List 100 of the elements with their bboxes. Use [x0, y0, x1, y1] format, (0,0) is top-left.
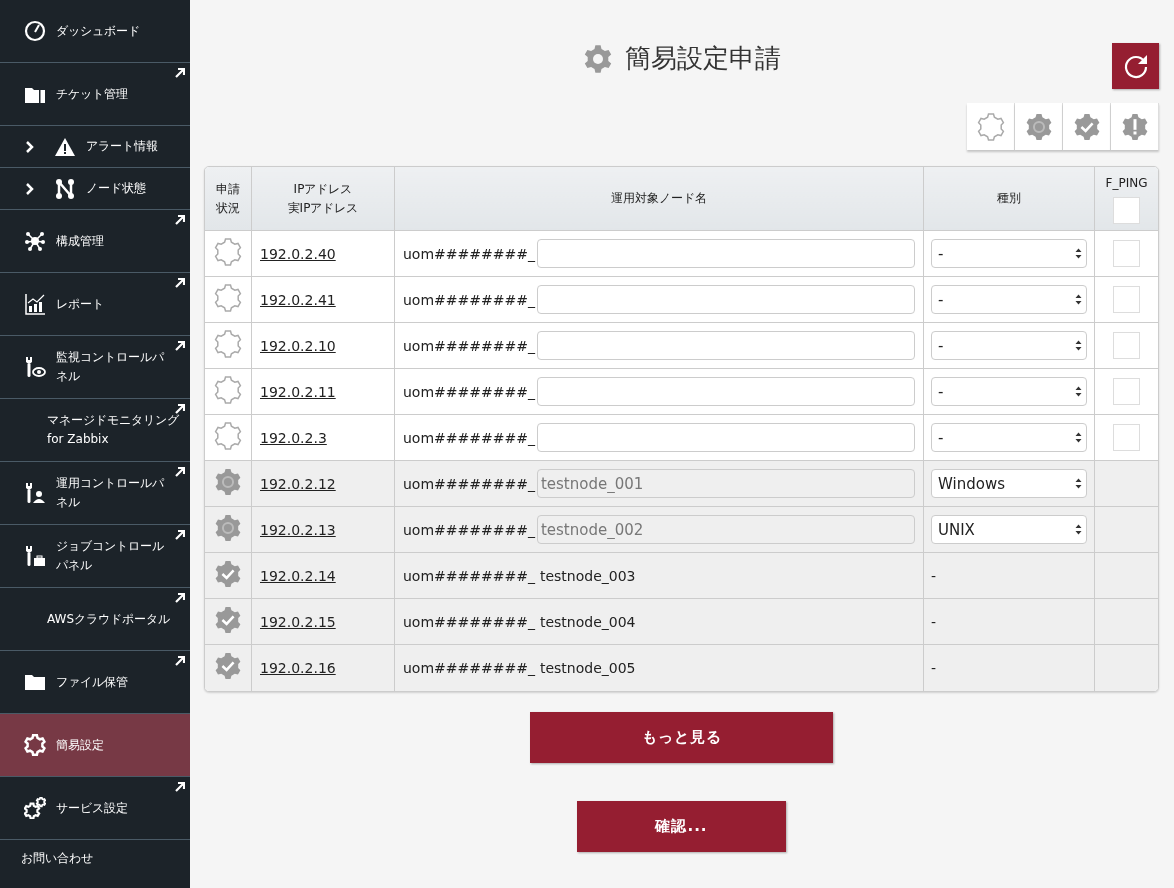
node-name-field[interactable] — [536, 285, 915, 314]
type-select[interactable]: - — [931, 285, 1087, 314]
network-icon — [24, 230, 46, 252]
wrench-eye-icon — [24, 356, 46, 378]
node-prefix: uom########_ — [403, 383, 535, 400]
column-header: 実IPアドレス — [286, 199, 360, 217]
chart-icon — [24, 293, 46, 315]
column-header: 申請状況 — [215, 180, 241, 217]
more-button[interactable]: もっと見る — [530, 711, 833, 763]
filter-button[interactable] — [967, 103, 1015, 150]
column-header: 種別 — [997, 191, 1021, 205]
updown-icon — [1075, 386, 1082, 397]
gear-check-icon — [1072, 112, 1101, 141]
node-prefix: uom########_ — [403, 659, 535, 676]
checkbox[interactable] — [1113, 424, 1140, 451]
sidebar-item[interactable]: アラート情報 — [0, 126, 190, 168]
type-select[interactable]: - — [931, 423, 1087, 452]
node-name-field[interactable] — [536, 423, 915, 452]
sidebar-item[interactable]: 監視コントロールパネル — [0, 336, 190, 399]
page-title: 簡易設定申請 — [624, 42, 781, 75]
node-prefix: uom########_ — [403, 429, 535, 446]
node-prefix: uom########_ — [403, 337, 535, 354]
refresh-button[interactable] — [1112, 43, 1159, 89]
external-link-icon — [175, 341, 185, 351]
ip-link[interactable]: 192.0.2.41 — [260, 291, 336, 308]
checkbox[interactable] — [1113, 332, 1140, 359]
sidebar-item[interactable]: チケット管理 — [0, 63, 190, 126]
gear-sync-icon — [1024, 112, 1053, 141]
settings-icon — [582, 43, 613, 74]
sidebar-item[interactable]: ダッシュボード — [0, 0, 190, 63]
type-select[interactable]: - — [931, 377, 1087, 406]
node-type: - — [931, 613, 937, 630]
sidebar-item[interactable]: AWSクラウドポータル — [0, 588, 190, 651]
gear-alert-icon — [1120, 112, 1149, 141]
external-link-icon — [175, 782, 185, 792]
column-header: IPアドレス — [292, 180, 354, 198]
wrench-case-icon — [24, 545, 46, 567]
node-name-field[interactable] — [536, 377, 915, 406]
checkbox[interactable] — [1113, 378, 1140, 405]
ip-link[interactable]: 192.0.2.13 — [260, 521, 336, 538]
sidebar-item[interactable]: マネージドモニタリング for Zabbix — [0, 399, 190, 462]
node-prefix: uom########_ — [403, 245, 535, 262]
external-link-icon — [175, 467, 185, 477]
ip-link[interactable]: 192.0.2.15 — [260, 613, 336, 630]
external-link-icon — [175, 278, 185, 288]
ip-link[interactable]: 192.0.2.14 — [260, 567, 336, 584]
sidebar-item[interactable]: 簡易設定 — [0, 714, 190, 777]
node-name-field[interactable] — [536, 331, 915, 360]
settings-icon — [24, 734, 46, 756]
external-link-icon — [175, 530, 185, 540]
ip-link[interactable]: 192.0.2.3 — [260, 429, 327, 446]
node-name: testnode_003 — [539, 567, 636, 584]
sidebar-item[interactable]: ノード状態 — [0, 168, 190, 210]
node-name-field[interactable] — [536, 239, 915, 268]
gears-icon — [24, 797, 46, 819]
gear-outline-icon — [976, 112, 1005, 141]
type-select[interactable]: - — [931, 239, 1087, 268]
updown-icon — [1075, 340, 1082, 351]
external-link-icon — [175, 593, 185, 603]
node-prefix: uom########_ — [403, 291, 535, 308]
column-header: 運用対象ノード名 — [611, 191, 707, 205]
type-select[interactable]: UNIX — [931, 515, 1087, 544]
node-prefix: uom########_ — [403, 613, 535, 630]
updown-icon — [1075, 478, 1082, 489]
updown-icon — [1075, 524, 1082, 535]
external-link-icon — [175, 656, 185, 666]
node-type: - — [931, 567, 937, 584]
chevron-icon — [26, 140, 34, 153]
checkbox[interactable] — [1113, 196, 1140, 224]
ip-link[interactable]: 192.0.2.10 — [260, 337, 336, 354]
sidebar-item[interactable]: ジョブコントロールパネル — [0, 525, 190, 588]
type-select[interactable]: - — [931, 331, 1087, 360]
updown-icon — [1075, 248, 1082, 259]
sidebar-item[interactable]: 運用コントロールパネル — [0, 462, 190, 525]
filter-button[interactable] — [1111, 103, 1159, 150]
column-header: F_PING — [1105, 174, 1148, 192]
ip-link[interactable]: 192.0.2.11 — [260, 383, 336, 400]
confirm-button[interactable]: 確認... — [577, 800, 786, 852]
node-type: - — [931, 659, 937, 676]
sidebar-item[interactable]: サービス設定 — [0, 777, 190, 840]
chevron-icon — [26, 182, 34, 195]
external-link-icon — [175, 68, 185, 78]
ip-link[interactable]: 192.0.2.40 — [260, 245, 336, 262]
sidebar-item[interactable]: レポート — [0, 273, 190, 336]
node-prefix: uom########_ — [403, 567, 535, 584]
type-select[interactable]: Windows — [931, 469, 1087, 498]
gauge-icon — [24, 20, 46, 42]
ip-link[interactable]: 192.0.2.16 — [260, 659, 336, 676]
checkbox[interactable] — [1113, 240, 1140, 267]
node-name: testnode_004 — [539, 613, 636, 630]
wrench-person-icon — [24, 482, 46, 504]
checkbox[interactable] — [1113, 286, 1140, 313]
filter-button[interactable] — [1015, 103, 1063, 150]
sidebar-item[interactable]: 構成管理 — [0, 210, 190, 273]
ip-link[interactable]: 192.0.2.12 — [260, 475, 336, 492]
external-link-icon — [175, 215, 185, 225]
filter-button[interactable] — [1063, 103, 1111, 150]
node-graph-icon — [54, 177, 76, 200]
contact-link[interactable]: お問い合わせ — [0, 840, 190, 888]
node-name: testnode_005 — [539, 659, 636, 676]
